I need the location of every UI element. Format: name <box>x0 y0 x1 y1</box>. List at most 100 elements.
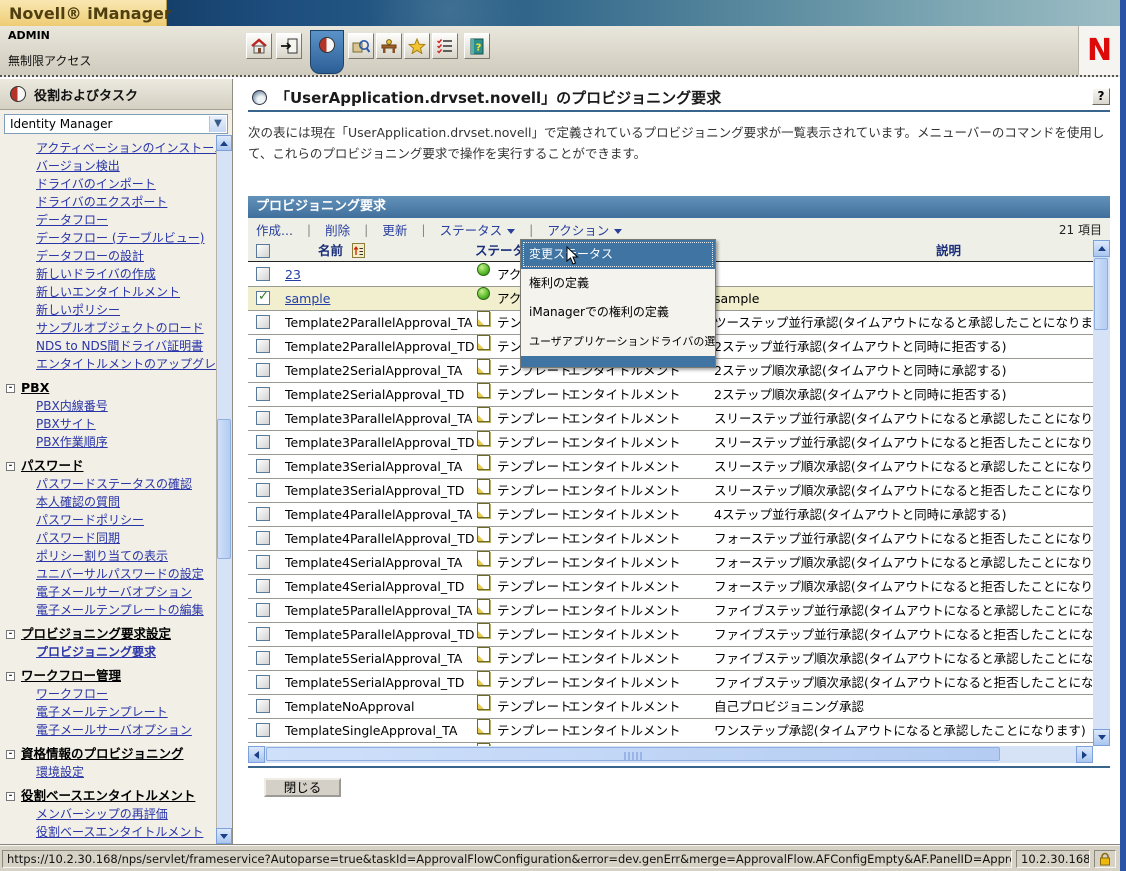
scroll-thumb[interactable] <box>217 419 231 559</box>
table-row[interactable]: Template3SerialApproval_TDテンプレートエンタイトルメン… <box>248 479 1093 503</box>
table-row[interactable]: Template2SerialApproval_TDテンプレートエンタイトルメン… <box>248 383 1093 407</box>
scroll-down-button[interactable] <box>216 828 232 844</box>
menu-status[interactable]: ステータス <box>440 220 516 239</box>
sidebar-section-2[interactable]: -パスワード <box>6 457 216 475</box>
collapse-icon[interactable]: - <box>6 384 15 393</box>
request-name[interactable]: 23 <box>285 263 301 286</box>
table-row[interactable]: Template4ParallelApproval_TAテンプレートエンタイトル… <box>248 503 1093 527</box>
table-row[interactable]: Template3ParallelApproval_TDテンプレートエンタイトル… <box>248 431 1093 455</box>
collapse-icon[interactable]: - <box>6 792 15 801</box>
sidebar-item[interactable]: 新しいエンタイトルメント <box>36 283 216 301</box>
sidebar-item[interactable]: メンバーシップの再評価 <box>36 805 216 823</box>
menu-actions[interactable]: アクション <box>547 220 622 239</box>
scroll-thumb[interactable] <box>266 747 1000 761</box>
collapse-icon[interactable]: - <box>6 672 15 681</box>
scroll-left-button[interactable] <box>248 746 265 763</box>
sidebar-item[interactable]: PBX作業順序 <box>36 433 216 451</box>
scroll-up-button[interactable] <box>1093 240 1110 257</box>
sidebar-item[interactable]: サンプルオブジェクトのロード <box>36 319 216 337</box>
exit-button[interactable] <box>276 33 302 59</box>
sidebar-item[interactable]: パスワードポリシー <box>36 511 216 529</box>
sidebar-item[interactable]: PBX内線番号 <box>36 397 216 415</box>
scroll-thumb[interactable] <box>1094 258 1108 330</box>
request-type: エンタイトルメント <box>568 695 681 718</box>
category-select[interactable]: Identity Manager ▼ <box>4 114 228 134</box>
table-row[interactable]: Template5SerialApproval_TAテンプレートエンタイトルメン… <box>248 647 1093 671</box>
table-row[interactable]: Template5SerialApproval_TDテンプレートエンタイトルメン… <box>248 671 1093 695</box>
sidebar-item[interactable]: 電子メールテンプレートの編集 <box>36 601 216 619</box>
select-all-checkbox[interactable] <box>256 244 270 258</box>
roles-tasks-button[interactable] <box>310 30 344 74</box>
row-checkbox[interactable] <box>256 291 270 305</box>
sidebar-item[interactable]: プロビジョニング要求 <box>36 643 216 661</box>
sidebar-section-6[interactable]: -役割ベースエンタイトルメント <box>6 787 216 805</box>
sidebar-section-4[interactable]: -ワークフロー管理 <box>6 667 216 685</box>
table-row[interactable]: Template3ParallelApproval_TAテンプレートエンタイトル… <box>248 407 1093 431</box>
table-row[interactable]: TemplateNoApprovalテンプレートエンタイトルメント自己プロビジョ… <box>248 695 1093 719</box>
menu-refresh[interactable]: 更新 <box>382 220 407 239</box>
table-row[interactable]: Template3SerialApproval_TAテンプレートエンタイトルメン… <box>248 455 1093 479</box>
table-row[interactable]: Template4SerialApproval_TAテンプレートエンタイトルメン… <box>248 551 1093 575</box>
sidebar-scrollbar[interactable] <box>216 135 232 845</box>
menu-delete[interactable]: 削除 <box>325 220 350 239</box>
sidebar-item[interactable]: パスワードステータスの確認 <box>36 475 216 493</box>
configure-button[interactable] <box>376 33 402 59</box>
table-row[interactable]: Template4SerialApproval_TDテンプレートエンタイトルメン… <box>248 575 1093 599</box>
sidebar-item[interactable]: ドライバのエクスポート <box>36 193 216 211</box>
column-description[interactable]: 説明 <box>936 240 961 262</box>
collapse-icon[interactable]: - <box>6 750 15 759</box>
sidebar-item[interactable]: NDS to NDS間ドライバ証明書 <box>36 337 216 355</box>
table-row[interactable]: Template4ParallelApproval_TDテンプレートエンタイトル… <box>248 527 1093 551</box>
sidebar-item[interactable]: 新しいポリシー <box>36 301 216 319</box>
context-menu-item[interactable]: iManagerでの権利の定義 <box>521 298 715 327</box>
table-vertical-scrollbar[interactable] <box>1093 240 1110 746</box>
collapse-icon[interactable]: - <box>6 462 15 471</box>
collapse-icon[interactable]: - <box>6 630 15 639</box>
table-row[interactable]: Template5ParallelApproval_TDテンプレートエンタイトル… <box>248 623 1093 647</box>
sidebar-item[interactable]: 役割ベースエンタイトルメント <box>36 823 216 841</box>
sidebar-item[interactable]: ユニバーサルパスワードの設定 <box>36 565 216 583</box>
table-row[interactable]: Template5ParallelApproval_TAテンプレートエンタイトル… <box>248 599 1093 623</box>
sidebar-item[interactable]: エンタイトルメントのアップグレード <box>36 355 216 373</box>
sort-icon[interactable] <box>352 243 365 258</box>
sidebar-item[interactable]: パスワード同期 <box>36 529 216 547</box>
sidebar-section-1[interactable]: -PBX <box>6 379 216 397</box>
page-help-button[interactable]: ? <box>1092 88 1110 105</box>
sidebar-section-3[interactable]: -プロビジョニング要求設定 <box>6 625 216 643</box>
sidebar-item[interactable]: 電子メールサーバオプション <box>36 721 216 739</box>
sidebar-item[interactable]: ポリシー割り当ての表示 <box>36 547 216 565</box>
help-toolbar-button[interactable]: ? <box>464 33 490 59</box>
favorites-button[interactable] <box>404 33 430 59</box>
menu-create[interactable]: 作成... <box>256 220 293 239</box>
context-menu-item[interactable]: ユーザアプリケーションドライバの選択 <box>521 327 715 356</box>
sidebar-item[interactable]: 電子メールテンプレート <box>36 703 216 721</box>
table-horizontal-scrollbar[interactable] <box>248 746 1093 763</box>
column-name[interactable]: 名前 <box>318 240 365 262</box>
context-menu-item[interactable]: 変更ステータス <box>521 240 715 269</box>
view-objects-button[interactable] <box>348 33 374 59</box>
sidebar-item[interactable]: データフロー <box>36 211 216 229</box>
sidebar-item[interactable]: アクティベーションのインストール <box>36 139 216 157</box>
sidebar-item[interactable]: データフロー (テーブルビュー) <box>36 229 216 247</box>
sidebar-item[interactable]: バージョン検出 <box>36 157 216 175</box>
scroll-right-button[interactable] <box>1076 746 1093 763</box>
sidebar-item[interactable]: データフローの設計 <box>36 247 216 265</box>
home-button[interactable] <box>246 33 272 59</box>
table-row[interactable]: TemplateSingleApproval_TAテンプレートエンタイトルメント… <box>248 719 1093 743</box>
request-name[interactable]: sample <box>285 287 330 310</box>
close-button[interactable]: 閉じる <box>264 778 341 797</box>
sidebar-item[interactable]: ドライバのインポート <box>36 175 216 193</box>
sidebar-section-5[interactable]: -資格情報のプロビジョニング <box>6 745 216 763</box>
sidebar-item[interactable]: 環境設定 <box>36 763 216 781</box>
sidebar-item[interactable]: ワークフロー <box>36 685 216 703</box>
sidebar-item[interactable]: PBXサイト <box>36 415 216 433</box>
request-type: エンタイトルメント <box>568 671 681 694</box>
chevron-down-icon[interactable]: ▼ <box>209 116 226 132</box>
scroll-up-button[interactable] <box>216 135 232 151</box>
scroll-down-button[interactable] <box>1093 729 1110 746</box>
context-menu-item[interactable]: 権利の定義 <box>521 269 715 298</box>
sidebar-item[interactable]: 電子メールサーバオプション <box>36 583 216 601</box>
sidebar-item[interactable]: 本人確認の質問 <box>36 493 216 511</box>
sidebar-item[interactable]: 新しいドライバの作成 <box>36 265 216 283</box>
preferences-button[interactable] <box>432 33 458 59</box>
